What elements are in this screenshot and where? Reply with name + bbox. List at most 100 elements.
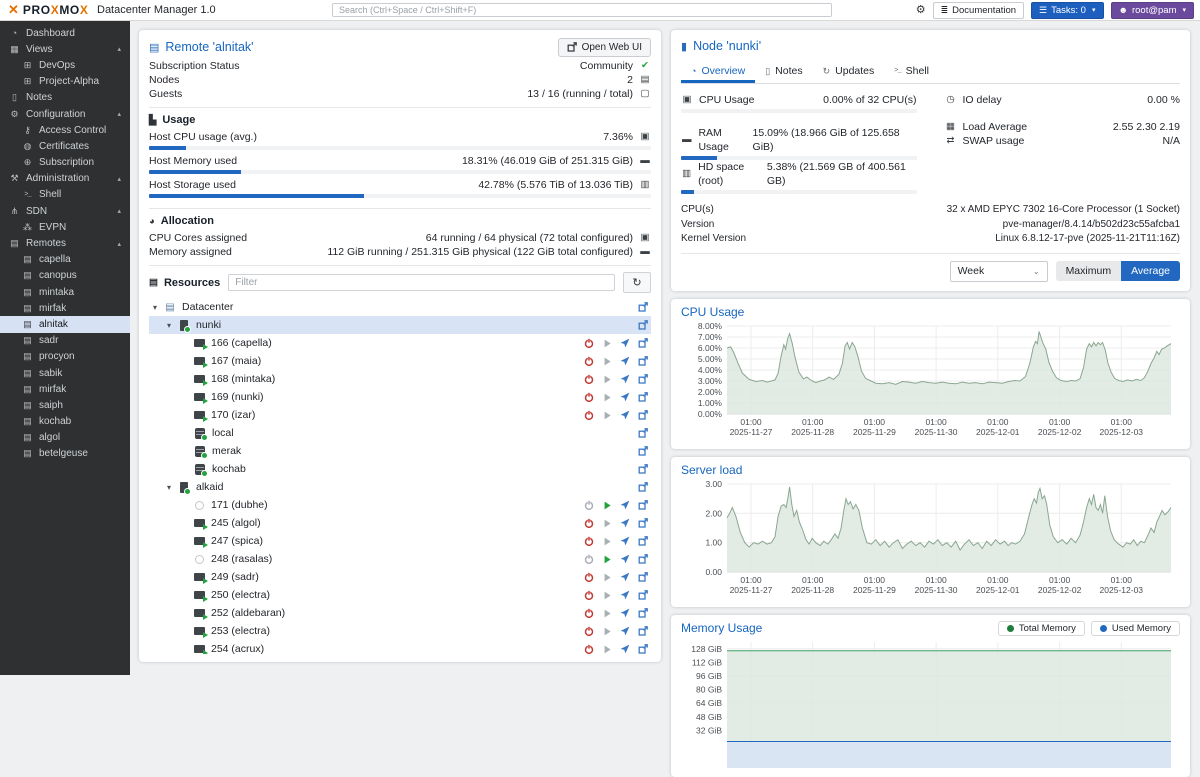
caret-down-icon[interactable]: ▾ <box>153 303 164 312</box>
open-action-icon[interactable] <box>638 464 648 474</box>
sidebar-item-subscription[interactable]: ⊕Subscription <box>0 155 130 171</box>
migrate-action-icon[interactable] <box>620 608 630 618</box>
open-action-icon[interactable] <box>638 572 648 582</box>
start-action-icon[interactable] <box>602 518 612 528</box>
open-web-ui-button[interactable]: Open Web UI <box>558 38 651 57</box>
shutdown-action-icon[interactable] <box>584 554 594 564</box>
tree-row-253-electra[interactable]: 253 (electra) <box>149 622 651 640</box>
sidebar-item-saiph[interactable]: ▤saiph <box>0 397 130 413</box>
tree-row-merak[interactable]: merak <box>149 442 651 460</box>
sidebar-item-notes[interactable]: ▯Notes <box>0 90 130 106</box>
open-action-icon[interactable] <box>638 554 648 564</box>
sidebar-item-views[interactable]: ▦Views▴ <box>0 41 130 57</box>
start-action-icon[interactable] <box>602 410 612 420</box>
sidebar-item-administration[interactable]: ⚒Administration▴ <box>0 171 130 187</box>
migrate-action-icon[interactable] <box>620 374 630 384</box>
start-action-icon[interactable] <box>602 374 612 384</box>
sidebar-item-kochab[interactable]: ▤kochab <box>0 414 130 430</box>
caret-down-icon[interactable]: ▾ <box>167 483 178 492</box>
open-action-icon[interactable] <box>638 482 648 492</box>
sidebar-item-access-control[interactable]: ⚷Access Control <box>0 122 130 138</box>
maximum-button[interactable]: Maximum <box>1056 261 1122 281</box>
sidebar-item-configuration[interactable]: ⚙Configuration▴ <box>0 106 130 122</box>
collapse-caret-icon[interactable]: ▴ <box>117 45 130 53</box>
sidebar-item-betelgeuse[interactable]: ▤betelgeuse <box>0 446 130 462</box>
sidebar-item-mintaka[interactable]: ▤mintaka <box>0 284 130 300</box>
tree-row-169-nunki[interactable]: 169 (nunki) <box>149 388 651 406</box>
tab-shell[interactable]: >_Shell <box>884 60 939 83</box>
tree-row-local[interactable]: local <box>149 424 651 442</box>
start-action-icon[interactable] <box>602 644 612 654</box>
shutdown-action-icon[interactable] <box>584 626 594 636</box>
shutdown-action-icon[interactable] <box>584 338 594 348</box>
sidebar-item-canopus[interactable]: ▤canopus <box>0 268 130 284</box>
sidebar-item-certificates[interactable]: ◍Certificates <box>0 138 130 154</box>
tab-notes[interactable]: ▯Notes <box>755 60 812 83</box>
collapse-caret-icon[interactable]: ▴ <box>117 175 130 183</box>
shutdown-action-icon[interactable] <box>584 374 594 384</box>
open-action-icon[interactable] <box>638 446 648 456</box>
tab-overview[interactable]: ◔Overview <box>681 60 755 83</box>
migrate-action-icon[interactable] <box>620 644 630 654</box>
open-action-icon[interactable] <box>638 320 648 330</box>
migrate-action-icon[interactable] <box>620 536 630 546</box>
shutdown-action-icon[interactable] <box>584 500 594 510</box>
sidebar-item-evpn[interactable]: ⁂EVPN <box>0 219 130 235</box>
settings-icon[interactable]: ⚙ <box>916 0 926 20</box>
migrate-action-icon[interactable] <box>620 518 630 528</box>
shutdown-action-icon[interactable] <box>584 590 594 600</box>
sidebar-item-sadr[interactable]: ▤sadr <box>0 333 130 349</box>
shutdown-action-icon[interactable] <box>584 572 594 582</box>
tree-row-166-capella[interactable]: 166 (capella) <box>149 334 651 352</box>
global-search-input[interactable] <box>332 3 832 17</box>
sidebar-item-capella[interactable]: ▤capella <box>0 252 130 268</box>
tree-row-kochab[interactable]: kochab <box>149 460 651 478</box>
shutdown-action-icon[interactable] <box>584 518 594 528</box>
migrate-action-icon[interactable] <box>620 356 630 366</box>
start-action-icon[interactable] <box>602 626 612 636</box>
start-action-icon[interactable] <box>602 500 612 510</box>
start-action-icon[interactable] <box>602 608 612 618</box>
migrate-action-icon[interactable] <box>620 572 630 582</box>
sidebar-item-project-alpha[interactable]: ⊞Project-Alpha <box>0 74 130 90</box>
open-action-icon[interactable] <box>638 392 648 402</box>
open-action-icon[interactable] <box>638 302 648 312</box>
migrate-action-icon[interactable] <box>620 392 630 402</box>
sidebar-item-mirfak[interactable]: ▤mirfak <box>0 381 130 397</box>
open-action-icon[interactable] <box>638 644 648 654</box>
start-action-icon[interactable] <box>602 536 612 546</box>
open-action-icon[interactable] <box>638 536 648 546</box>
open-action-icon[interactable] <box>638 338 648 348</box>
sidebar-item-shell[interactable]: >_Shell <box>0 187 130 203</box>
sidebar-item-alnitak[interactable]: ▤alnitak <box>0 316 130 332</box>
tree-row-254-acrux[interactable]: 254 (acrux) <box>149 640 651 654</box>
sidebar-item-mirfak[interactable]: ▤mirfak <box>0 300 130 316</box>
shutdown-action-icon[interactable] <box>584 608 594 618</box>
resources-filter-input[interactable] <box>228 274 615 291</box>
sidebar-item-dashboard[interactable]: ◔Dashboard <box>0 25 130 41</box>
open-action-icon[interactable] <box>638 356 648 366</box>
legend-used-memory[interactable]: Used Memory <box>1091 621 1180 636</box>
migrate-action-icon[interactable] <box>620 410 630 420</box>
sidebar-item-procyon[interactable]: ▤procyon <box>0 349 130 365</box>
collapse-caret-icon[interactable]: ▴ <box>117 207 130 215</box>
shutdown-action-icon[interactable] <box>584 410 594 420</box>
tree-row-250-electra[interactable]: 250 (electra) <box>149 586 651 604</box>
open-action-icon[interactable] <box>638 590 648 600</box>
start-action-icon[interactable] <box>602 356 612 366</box>
start-action-icon[interactable] <box>602 338 612 348</box>
open-action-icon[interactable] <box>638 374 648 384</box>
sidebar-item-algol[interactable]: ▤algol <box>0 430 130 446</box>
tree-row-167-maia[interactable]: 167 (maia) <box>149 352 651 370</box>
average-button[interactable]: Average <box>1121 261 1180 281</box>
tree-row-252-aldebaran[interactable]: 252 (aldebaran) <box>149 604 651 622</box>
refresh-button[interactable]: ↻ <box>623 272 651 293</box>
shutdown-action-icon[interactable] <box>584 536 594 546</box>
legend-total-memory[interactable]: Total Memory <box>998 621 1085 636</box>
sidebar-item-devops[interactable]: ⊞DevOps <box>0 57 130 73</box>
tree-row-datacenter[interactable]: ▾▤Datacenter <box>149 298 651 316</box>
sidebar-item-sabik[interactable]: ▤sabik <box>0 365 130 381</box>
tree-row-249-sadr[interactable]: 249 (sadr) <box>149 568 651 586</box>
migrate-action-icon[interactable] <box>620 590 630 600</box>
caret-down-icon[interactable]: ▾ <box>167 321 178 330</box>
